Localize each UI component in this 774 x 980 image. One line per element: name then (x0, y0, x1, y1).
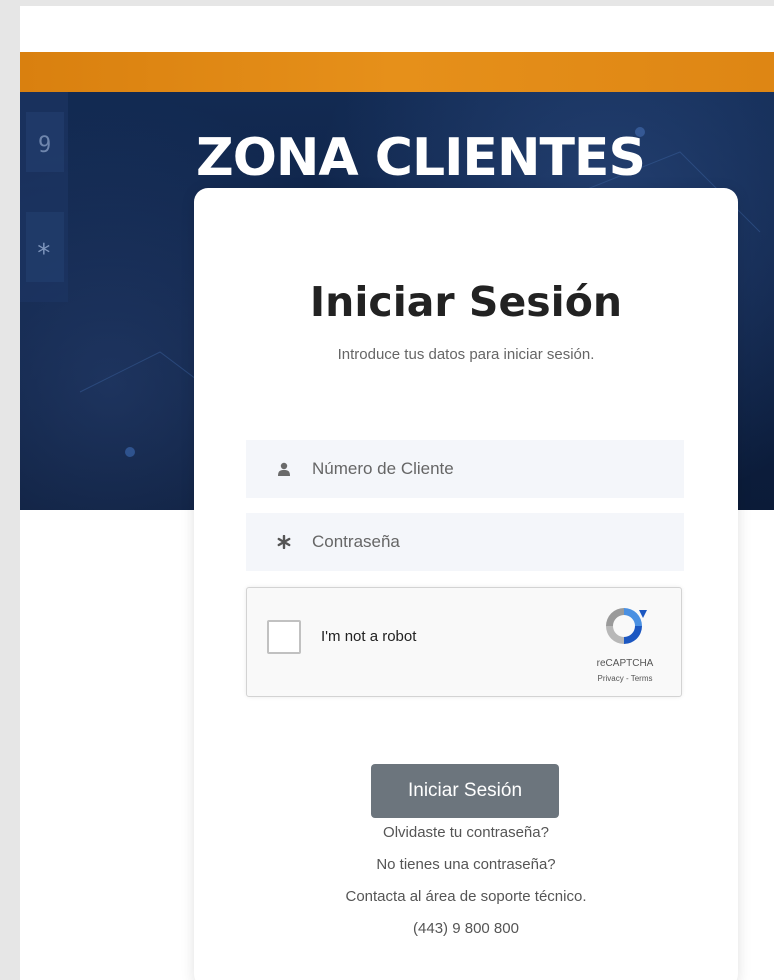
login-title: Iniciar Sesión (309, 278, 623, 326)
asterisk-icon (276, 535, 292, 549)
recaptcha-widget: I'm not a robot reCAPTCHA Privacy - Term… (246, 587, 682, 697)
login-card: Iniciar Sesión Introduce tus datos para … (194, 188, 738, 980)
login-submit-button[interactable]: Iniciar Sesión (371, 764, 559, 818)
client-number-input[interactable] (312, 459, 652, 479)
recaptcha-brand: reCAPTCHA (596, 658, 654, 669)
top-strip (20, 6, 774, 52)
recaptcha-privacy-terms[interactable]: Privacy - Terms (577, 674, 673, 683)
accent-bar (20, 52, 774, 92)
contact-support-text: Contacta al área de soporte técnico. (345, 888, 587, 905)
support-phone[interactable]: (443) 9 800 800 (194, 920, 738, 937)
password-field[interactable] (246, 513, 684, 571)
recaptcha-icon (606, 608, 647, 644)
login-subtitle: Introduce tus datos para iniciar sesión. (337, 346, 595, 363)
svg-text:*: * (36, 239, 52, 269)
user-icon (276, 462, 292, 476)
recaptcha-label: I'm not a robot (321, 628, 417, 645)
forgot-password-link[interactable]: Olvidaste tu contraseña? (194, 824, 738, 841)
hero-title: ZONA CLIENTES (196, 128, 646, 188)
recaptcha-checkbox[interactable] (267, 620, 301, 654)
client-number-field[interactable] (246, 440, 684, 498)
password-input[interactable] (312, 532, 652, 552)
no-password-text: No tienes una contraseña? (376, 856, 556, 873)
page: 9 * ZONA CLIENTES Iniciar Sesión Introdu… (20, 6, 774, 980)
svg-text:9: 9 (38, 133, 51, 158)
